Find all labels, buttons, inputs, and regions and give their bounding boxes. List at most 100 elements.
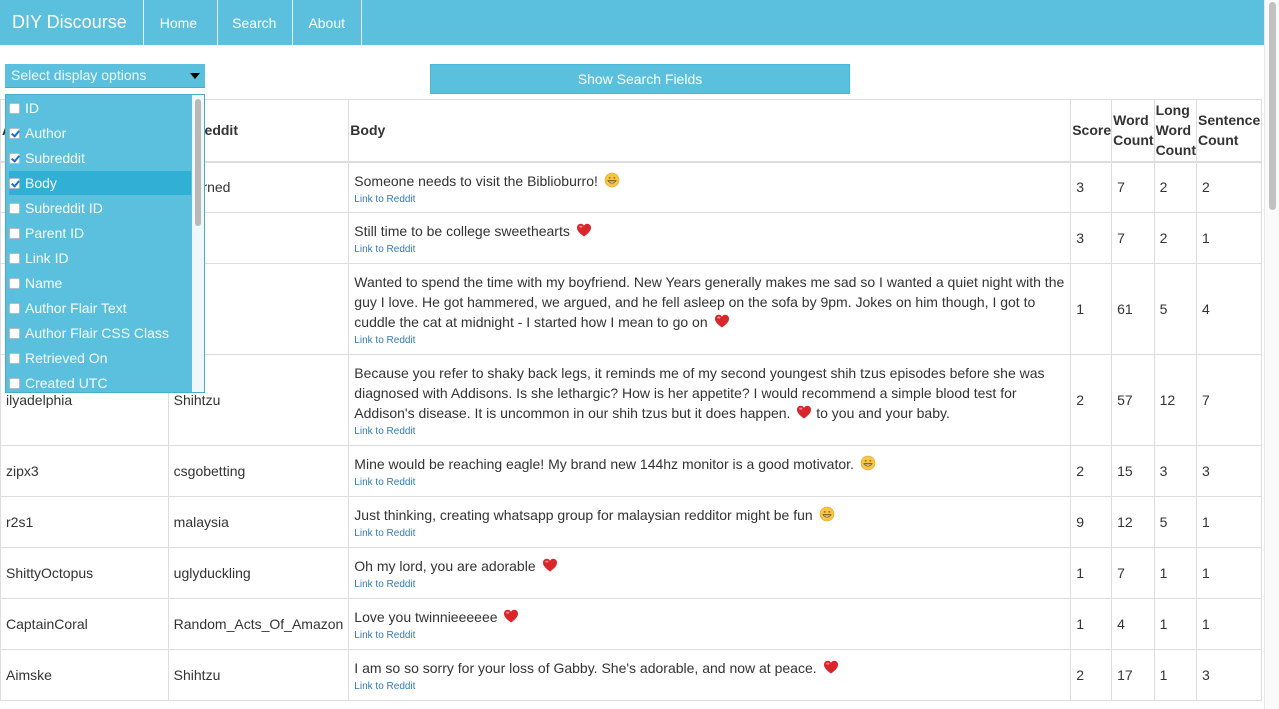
cell-author: Aimske [0, 649, 169, 701]
option-checkbox[interactable] [9, 227, 20, 239]
table-row: Aimske Shihtzu I am so so sorry for your l… [0, 649, 1262, 701]
header-word-count-line1: Word [1113, 112, 1149, 129]
link-to-reddit[interactable]: Link to Reddit [354, 629, 1065, 643]
option-checkbox[interactable] [9, 277, 20, 289]
cell-long-word-count: 12 [1153, 354, 1198, 446]
cell-word-count: 12 [1111, 496, 1155, 548]
option-name[interactable]: Name [9, 271, 191, 295]
grinning-face-icon [860, 455, 876, 471]
option-body[interactable]: Body [9, 171, 191, 195]
option-checkbox[interactable] [9, 202, 20, 214]
cell-subreddit: uglyduckling [167, 547, 350, 599]
heart-icon [823, 660, 838, 674]
option-checkbox[interactable] [9, 127, 20, 139]
option-checkbox[interactable] [9, 377, 20, 389]
heart-icon [542, 558, 557, 572]
page-scrollbar-thumb[interactable] [1269, 2, 1276, 210]
header-word-count-line2: Count [1113, 132, 1154, 149]
header-score[interactable]: Score [1070, 99, 1113, 163]
cell-long-word-count: 2 [1153, 212, 1198, 264]
option-subreddit[interactable]: Subreddit [9, 146, 191, 170]
header-long-word-count[interactable]: Long Word Count [1153, 99, 1198, 163]
cell-sentence-count: 1 [1196, 496, 1262, 548]
nav-home[interactable]: Home [144, 0, 219, 45]
option-parent-id[interactable]: Parent ID [9, 221, 191, 245]
body-text: Love you twinnieeeeee [354, 609, 498, 625]
header-body[interactable]: Body [348, 99, 1072, 163]
link-to-reddit[interactable]: Link to Reddit [354, 243, 1065, 257]
cell-body: Because you refer to shaky back legs, it… [348, 354, 1072, 446]
link-to-reddit[interactable]: Link to Reddit [354, 425, 1065, 439]
header-sentence-count[interactable]: Sentence Count [1196, 99, 1262, 163]
cell-word-count: 57 [1111, 354, 1155, 446]
cell-long-word-count: 5 [1153, 263, 1198, 355]
option-author[interactable]: Author [9, 121, 191, 145]
option-author-flair-css-class[interactable]: Author Flair CSS Class [9, 321, 191, 345]
option-checkbox[interactable] [9, 252, 20, 264]
option-checkbox[interactable] [9, 102, 20, 114]
link-to-reddit[interactable]: Link to Reddit [354, 334, 1065, 348]
link-to-reddit[interactable]: Link to Reddit [354, 476, 1065, 490]
cell-body: Someone needs to visit the Biblioburro! … [348, 161, 1072, 213]
cell-score: 2 [1070, 649, 1113, 701]
show-search-fields-button[interactable]: Show Search Fields [430, 64, 850, 94]
body-text: Mine would be reaching eagle! My brand n… [354, 456, 854, 472]
option-checkbox[interactable] [9, 352, 20, 364]
cell-sentence-count: 7 [1196, 354, 1262, 446]
option-checkbox[interactable] [9, 327, 20, 339]
cell-sentence-count: 2 [1196, 161, 1262, 213]
cell-subreddit: Random_Acts_Of_Amazon [167, 598, 350, 650]
page-scrollbar[interactable] [1264, 0, 1279, 709]
option-link-id[interactable]: Link ID [9, 246, 191, 270]
cell-long-word-count: 2 [1153, 161, 1198, 213]
body-tail: to you and your baby. [816, 405, 950, 421]
option-id[interactable]: ID [9, 96, 191, 120]
option-checkbox[interactable] [9, 152, 20, 164]
table-row: CaptainCoral Random_Acts_Of_Amazon Love yo… [0, 598, 1262, 650]
option-checkbox[interactable] [9, 302, 20, 314]
nav-search[interactable]: Search [218, 0, 294, 45]
link-to-reddit[interactable]: Link to Reddit [354, 527, 1065, 541]
cell-long-word-count: 1 [1153, 598, 1198, 650]
option-label: Retrieved On [25, 350, 108, 366]
cell-word-count: 4 [1111, 598, 1155, 650]
header-word-count[interactable]: Word Count [1111, 99, 1155, 163]
cell-long-word-count: 1 [1153, 547, 1198, 599]
brand-link[interactable]: DIY Discourse [0, 0, 144, 45]
top-navbar: DIY Discourse Home Search About [0, 0, 1264, 45]
option-checkbox[interactable] [9, 177, 20, 189]
cell-body: I am so so sorry for your loss of Gabby.… [348, 649, 1072, 701]
display-options-dropdown: ID Author Subreddit Body Subreddit ID Parent … [5, 94, 205, 393]
option-label: Parent ID [25, 225, 85, 241]
heart-icon [714, 314, 729, 328]
cell-score: 3 [1070, 161, 1113, 213]
cell-body: Oh my lord, you are adorable Link to Red… [348, 547, 1072, 599]
cell-word-count: 7 [1111, 547, 1155, 599]
dropdown-scrollbar[interactable] [192, 95, 204, 392]
grinning-face-icon [819, 506, 834, 522]
cell-author: zipx3 [0, 445, 169, 497]
display-options-select[interactable]: Select display options [5, 64, 205, 88]
table-row: r2s1 malaysia Just thinking, creating what… [0, 496, 1262, 548]
cell-body: Mine would be reaching eagle! My brand n… [348, 445, 1072, 497]
body-text: Oh my lord, you are adorable [354, 558, 536, 574]
cell-score: 3 [1070, 212, 1113, 264]
header-long-word-line1: Long [1155, 102, 1190, 119]
option-author-flair-text[interactable]: Author Flair Text [9, 296, 191, 320]
dropdown-scrollbar-thumb[interactable] [195, 99, 201, 226]
nav-about[interactable]: About [293, 0, 363, 45]
link-to-reddit[interactable]: Link to Reddit [354, 193, 1065, 207]
link-to-reddit[interactable]: Link to Reddit [354, 578, 1065, 592]
heart-icon [504, 609, 519, 623]
option-retrieved-on[interactable]: Retrieved On [9, 346, 191, 370]
option-label: Created UTC [25, 375, 108, 391]
cell-sentence-count: 3 [1196, 445, 1262, 497]
cell-score: 1 [1070, 547, 1113, 599]
link-to-reddit[interactable]: Link to Reddit [354, 680, 1065, 694]
body-text: Just thinking, creating whatsapp group f… [354, 507, 813, 523]
table-row: ShittyOctopus uglyduckling Oh my lord, you… [0, 547, 1262, 599]
option-subreddit-id[interactable]: Subreddit ID [9, 196, 191, 220]
cell-subreddit: malaysia [167, 496, 350, 548]
option-created-utc[interactable]: Created UTC [9, 371, 191, 392]
display-options-placeholder: Select display options [11, 67, 147, 83]
